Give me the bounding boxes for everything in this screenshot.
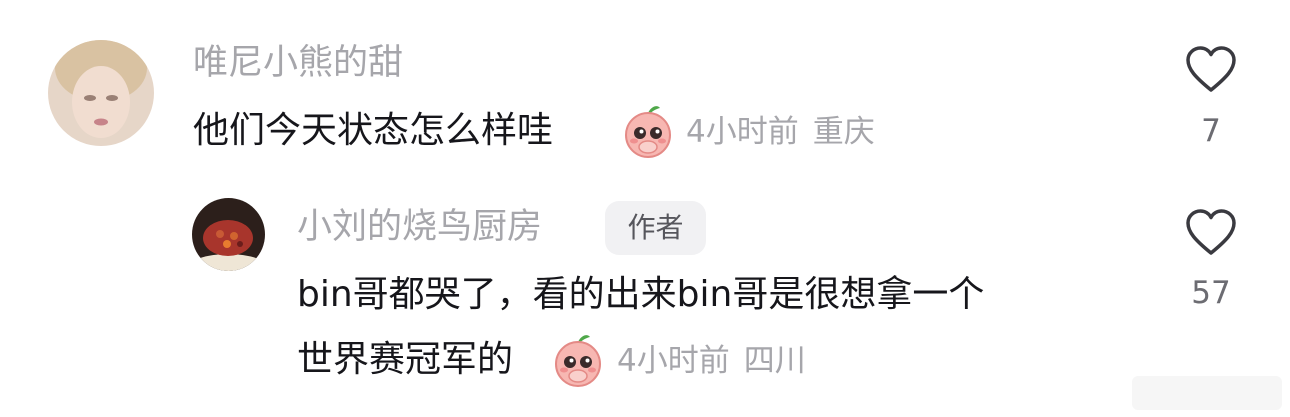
reply-like-count: 57	[1191, 275, 1231, 311]
comment-section: 唯尼小熊的甜 他们今天状态怎么样哇 4小时前 重庆 7 小刘的烧鸟厨房 作者 b…	[0, 0, 1290, 417]
watermark-logo	[1132, 376, 1282, 414]
reply-location: 四川	[743, 343, 806, 379]
reply-text-line-2: 世界赛冠军的	[297, 339, 514, 380]
reply-time: 4小时前	[617, 343, 730, 379]
peach-shy-emoji-icon	[622, 103, 674, 159]
reply-avatar[interactable]	[192, 198, 265, 271]
username[interactable]: 唯尼小熊的甜	[193, 46, 403, 81]
author-badge: 作者	[605, 201, 706, 255]
like-count: 7	[1201, 113, 1221, 149]
comment-meta: 4小时前 重庆	[686, 117, 875, 148]
peach-shy-emoji-icon	[552, 332, 604, 388]
heart-icon[interactable]	[1184, 44, 1238, 94]
reply-username[interactable]: 小刘的烧鸟厨房	[297, 210, 542, 245]
heart-icon[interactable]	[1184, 207, 1238, 257]
comment-text: 他们今天状态怎么样哇	[193, 110, 554, 151]
comment-location: 重庆	[812, 114, 875, 150]
reply-text-line-1: bin哥都哭了，看的出来bin哥是很想拿一个	[297, 274, 985, 315]
avatar[interactable]	[48, 40, 154, 146]
comment-time: 4小时前	[686, 114, 799, 150]
reply-meta: 4小时前 四川	[617, 346, 806, 377]
